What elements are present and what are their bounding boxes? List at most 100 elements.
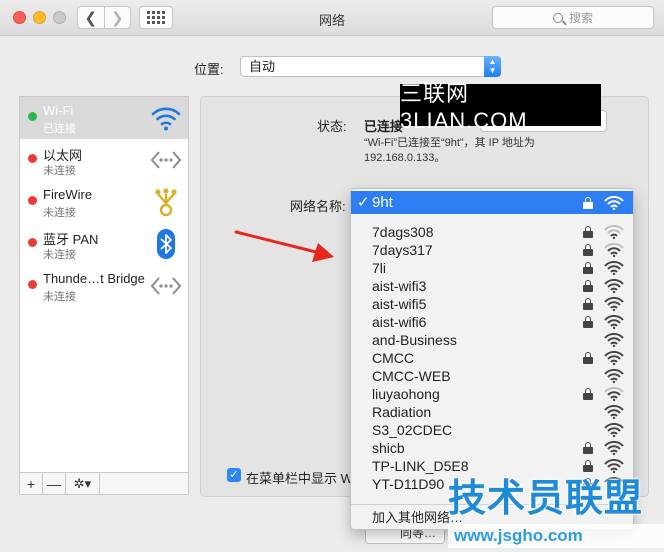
network-item[interactable]: S3_02CDEC (351, 421, 633, 439)
service-item-thunderbolt-bridge[interactable]: Thunde…t Bridge 未连接 (20, 265, 188, 307)
watermark-bottom-title: 技术员联盟 (448, 476, 644, 520)
status-value: 已连接 (364, 119, 404, 134)
lock-icon (583, 460, 593, 472)
status-dot (28, 196, 37, 205)
remove-service-button[interactable]: — (43, 473, 66, 494)
service-list: Wi-Fi 已连接 以太网 未连接 FireWire 未连接 蓝牙 PAN 未连… (19, 96, 189, 495)
wifi-signal-icon (604, 196, 624, 210)
select-stepper-icon: ▲ ▼ (484, 56, 501, 77)
status-dot (28, 280, 37, 289)
lock-icon (583, 197, 593, 209)
lock-icon (583, 352, 593, 364)
network-name: Radiation (372, 404, 432, 420)
wifi-signal-icon (604, 297, 624, 311)
service-name: Wi-Fi (43, 103, 74, 118)
network-item-selected[interactable]: ✓ 9ht (351, 191, 633, 214)
network-name: CMCC (372, 350, 414, 366)
status-description: “Wi-Fi”已连接至“9ht”，其 IP 地址为 192.168.0.133。 (364, 137, 535, 164)
bluetooth-icon (157, 229, 175, 259)
status-dot (28, 112, 37, 121)
service-item-wifi[interactable]: Wi-Fi 已连接 (20, 97, 188, 139)
location-value: 自动 (249, 59, 276, 74)
network-name: YT-D11D90 (372, 476, 445, 492)
service-item-firewire[interactable]: FireWire 未连接 (20, 181, 188, 223)
network-item[interactable]: shicb (351, 439, 633, 457)
gear-menu-button[interactable]: ✲▾ (66, 473, 100, 494)
wifi-signal-icon (604, 423, 624, 437)
wifi-signal-icon (604, 243, 624, 257)
search-field[interactable]: 搜索 (492, 6, 654, 29)
lock-icon (583, 244, 593, 256)
wifi-signal-icon (604, 441, 624, 455)
network-name: TP-LINK_D5E8 (372, 458, 469, 474)
lock-icon (583, 298, 593, 310)
network-name: aist-wifi6 (372, 314, 427, 330)
lock-icon (583, 316, 593, 328)
network-name: aist-wifi5 (372, 296, 427, 312)
lock-icon (583, 226, 593, 238)
location-select[interactable]: 自动 ▲ ▼ (240, 56, 501, 77)
lock-icon (583, 262, 593, 274)
ethernet-icon (150, 151, 182, 169)
service-status: 未连接 (43, 249, 76, 261)
location-label: 位置: (194, 62, 224, 77)
network-name: liuyaohong (372, 386, 440, 402)
service-list-toolbar: + — ✲▾ (20, 472, 188, 494)
network-item[interactable]: liuyaohong (351, 385, 633, 403)
service-item-ethernet[interactable]: 以太网 未连接 (20, 139, 188, 181)
wifi-signal-icon (604, 279, 624, 293)
watermark-bottom-url: www.jsgho.com (448, 524, 664, 548)
search-placeholder: 搜索 (568, 11, 593, 25)
service-item-bluetooth[interactable]: 蓝牙 PAN 未连接 (20, 223, 188, 265)
network-item[interactable]: CMCC (351, 349, 633, 367)
wifi-signal-icon (604, 333, 624, 347)
network-item[interactable]: 7dags308 (351, 223, 633, 241)
network-name: CMCC-WEB (372, 368, 451, 384)
network-name: 9ht (372, 194, 393, 211)
thunderbolt-bridge-icon (150, 277, 182, 295)
service-status: 未连接 (43, 207, 76, 219)
title-bar: ❮ ❯ 网络 搜索 (0, 0, 664, 36)
lock-icon (583, 388, 593, 400)
add-service-button[interactable]: + (20, 473, 43, 494)
network-item[interactable]: CMCC-WEB (351, 367, 633, 385)
network-name: S3_02CDEC (372, 422, 453, 438)
red-arrow-annotation (234, 230, 334, 262)
network-name: and-Business (372, 332, 457, 348)
service-status: 未连接 (43, 165, 76, 177)
network-name: aist-wifi3 (372, 278, 427, 294)
network-item[interactable]: aist-wifi6 (351, 313, 633, 331)
network-item[interactable]: aist-wifi3 (351, 277, 633, 295)
network-name: 7li (372, 260, 387, 276)
show-in-menubar-label: 在菜单栏中显示 Wi (246, 471, 350, 486)
lock-icon (583, 442, 593, 454)
network-item[interactable]: 7li (351, 259, 633, 277)
wifi-signal-icon (604, 225, 624, 239)
wifi-signal-icon (604, 369, 624, 383)
firewire-icon (155, 188, 177, 217)
network-name-label: 网络名称: (290, 199, 346, 214)
wifi-icon (151, 107, 181, 131)
network-item[interactable]: 7days317 (351, 241, 633, 259)
checkmark-icon: ✓ (357, 194, 370, 211)
wifi-signal-icon (604, 351, 624, 365)
wifi-signal-icon (604, 459, 624, 473)
network-item[interactable]: Radiation (351, 403, 633, 421)
network-item[interactable]: and-Business (351, 331, 633, 349)
watermark-top: 三联网 3LIAN.COM (400, 81, 601, 133)
wifi-signal-icon (604, 387, 624, 401)
wifi-signal-icon (604, 315, 624, 329)
status-label: 状态: (317, 119, 347, 134)
network-item[interactable]: aist-wifi5 (351, 295, 633, 313)
wifi-signal-icon (604, 261, 624, 275)
status-dot (28, 154, 37, 163)
network-item[interactable]: TP-LINK_D5E8 (351, 457, 633, 475)
wifi-signal-icon (604, 405, 624, 419)
show-in-menubar-checkbox[interactable]: ✓ (227, 468, 241, 482)
service-status: 未连接 (43, 291, 76, 303)
search-icon (552, 12, 563, 23)
service-status: 已连接 (43, 123, 76, 135)
network-name: shicb (372, 440, 405, 456)
network-name: 7days317 (372, 242, 433, 258)
service-name: FireWire (43, 187, 93, 202)
